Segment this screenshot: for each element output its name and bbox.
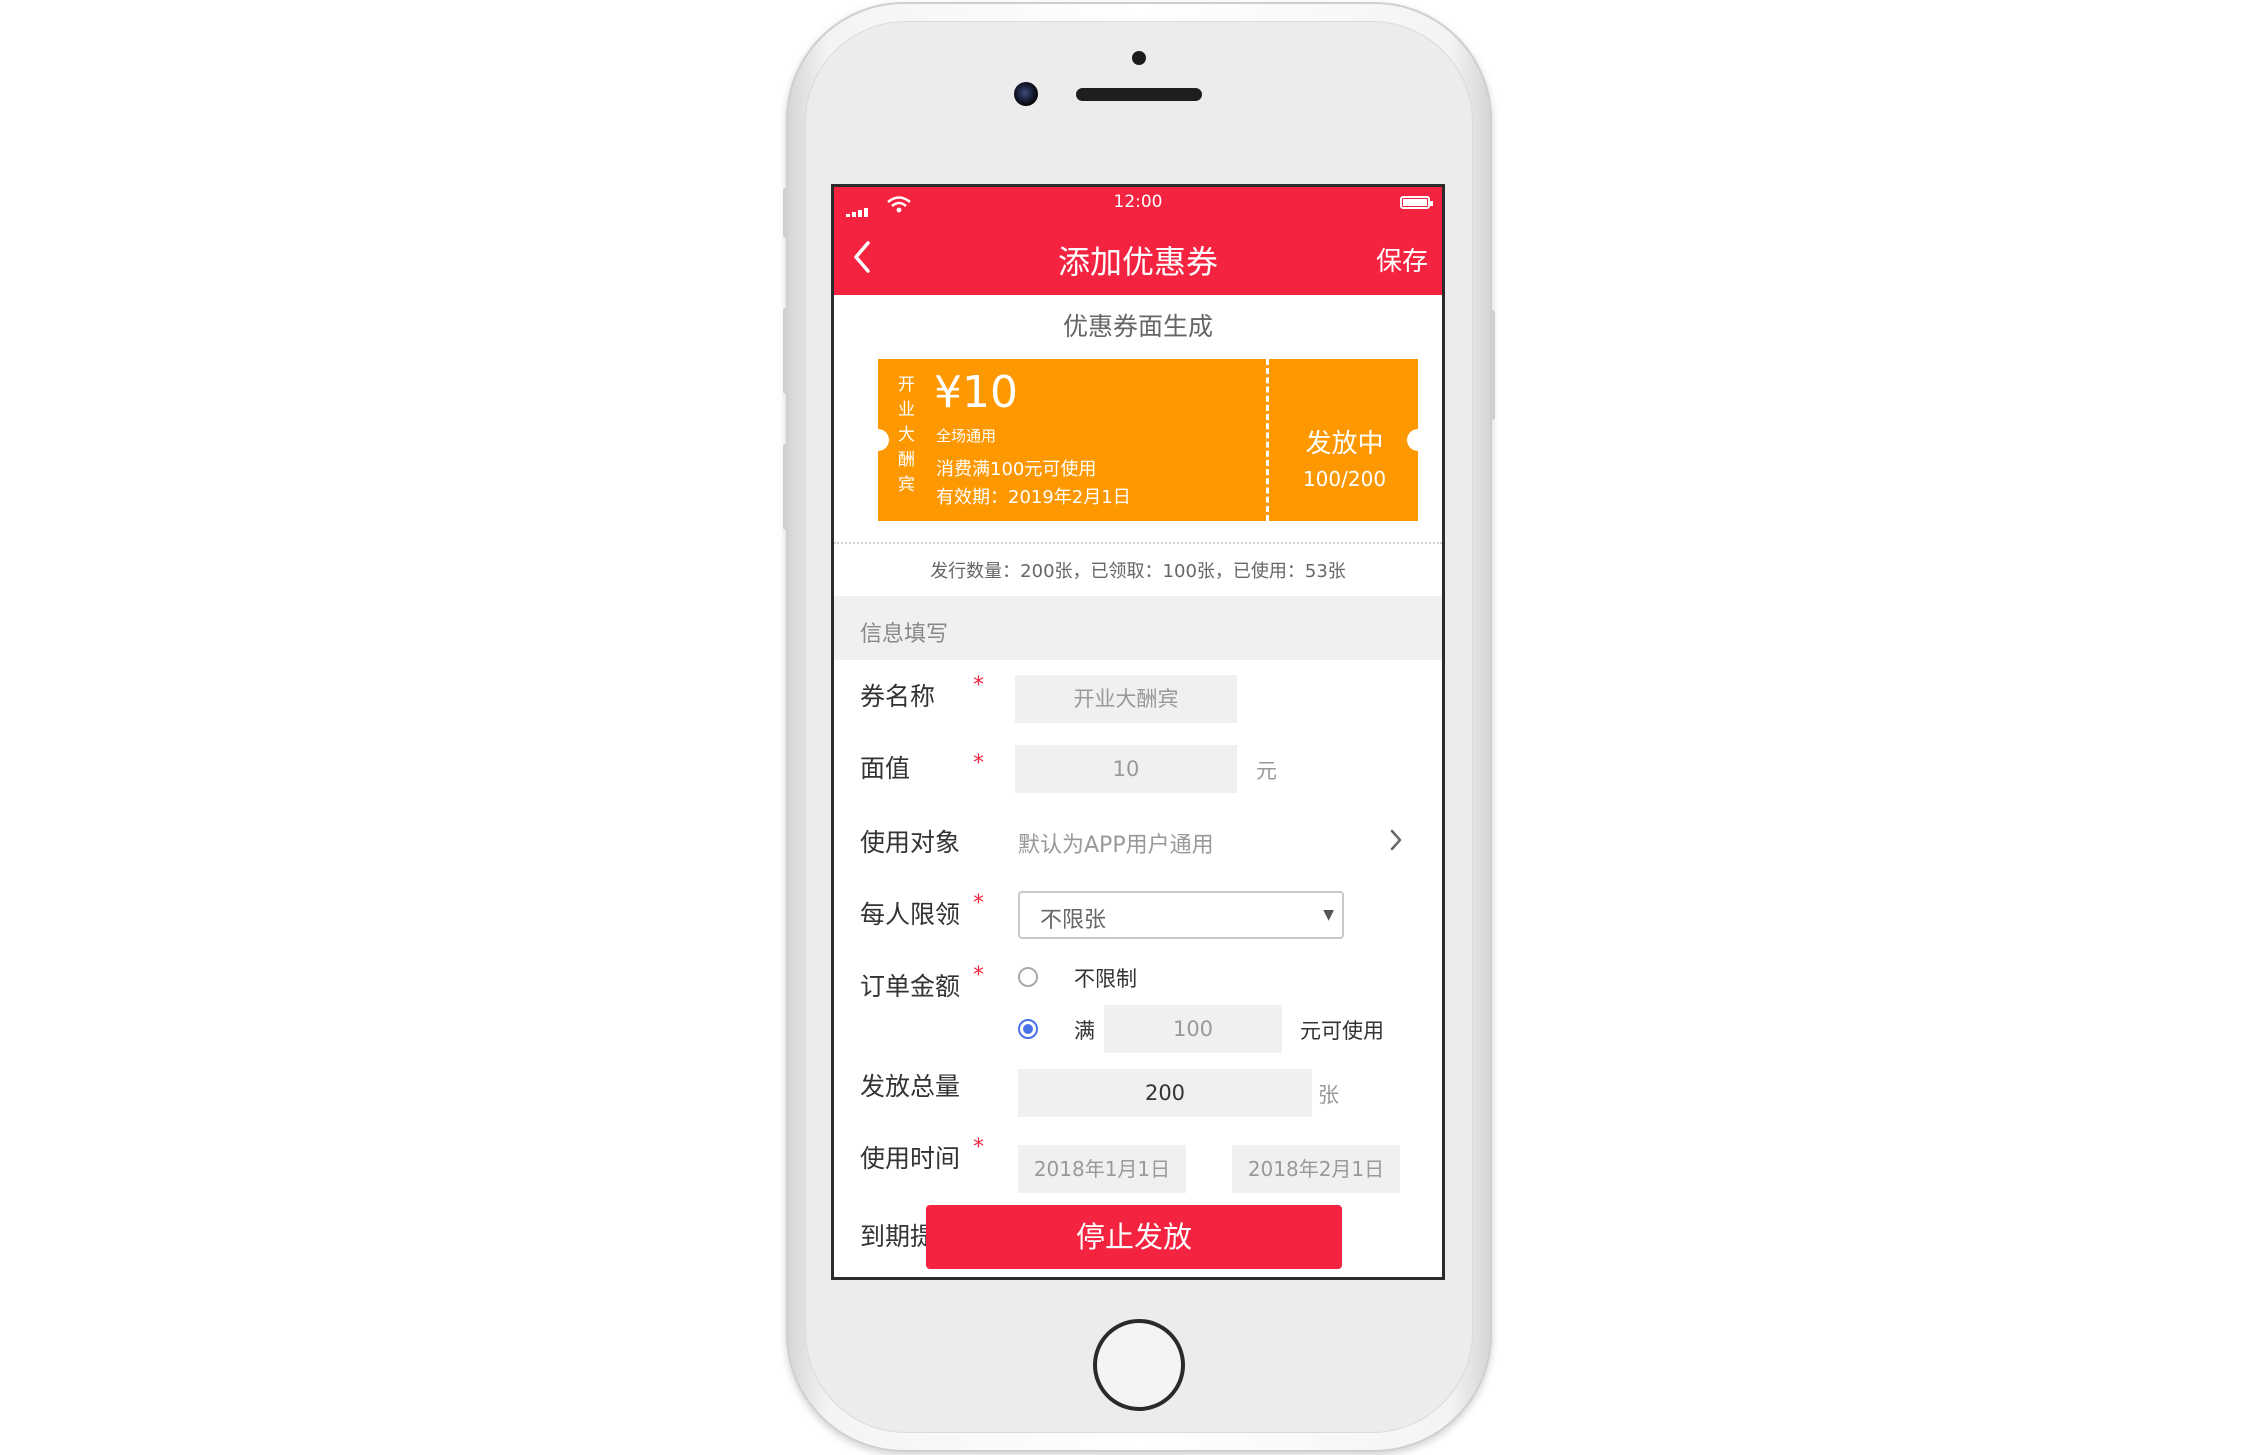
status-time: 12:00	[1113, 192, 1163, 212]
time-label: 使用时间	[860, 1144, 961, 1173]
threshold-unit: 元可使用	[1300, 1019, 1384, 1043]
radio-threshold[interactable]	[1018, 1019, 1038, 1039]
coupon-name-vertical: 开业大酬宾	[898, 375, 915, 495]
dropdown-arrow-icon: ▼	[1323, 907, 1334, 923]
earpiece-speaker	[1076, 88, 1202, 101]
app-screen: 12:00 添加优惠券 保存 优惠券面生成 开业大酬宾 ¥10 全场通用 消费满…	[831, 184, 1445, 1280]
start-date-input[interactable]: 2018年1月1日	[1018, 1145, 1186, 1193]
total-quantity-input[interactable]: 200	[1018, 1069, 1312, 1117]
coupon-amount: ¥10	[934, 367, 1018, 418]
coupon-notch-left	[867, 429, 889, 451]
limit-required-mark: *	[973, 891, 984, 916]
coupon-scope: 全场通用	[936, 427, 997, 445]
target-hint[interactable]: 默认为APP用户通用	[1018, 827, 1214, 859]
radio-unlimited[interactable]	[1018, 967, 1038, 987]
front-camera	[1014, 82, 1038, 106]
battery-icon	[1400, 196, 1433, 209]
nav-bar: 添加优惠券 保存	[834, 217, 1442, 295]
radio-threshold-label: 满	[1074, 1019, 1095, 1043]
volume-down-button[interactable]	[783, 444, 788, 530]
coupon-validity: 有效期：2019年2月1日	[936, 487, 1131, 508]
stop-issuing-button[interactable]: 停止发放	[926, 1205, 1342, 1269]
volume-up-button[interactable]	[783, 308, 788, 394]
coupon-divider	[1266, 359, 1269, 521]
name-required-mark: *	[973, 673, 984, 698]
per-user-limit-value: 不限张	[1040, 908, 1107, 933]
total-label: 发放总量	[860, 1072, 961, 1101]
coupon-name-input[interactable]: 开业大酬宾	[1015, 675, 1237, 723]
end-date-input[interactable]: 2018年2月1日	[1232, 1145, 1400, 1193]
coupon-count: 100/200	[1302, 467, 1387, 491]
name-label: 券名称	[860, 682, 936, 711]
limit-label: 每人限领	[860, 900, 961, 929]
info-section-title: 信息填写	[860, 622, 949, 647]
page-title: 添加优惠券	[1057, 243, 1218, 281]
expiry-label: 到期提	[860, 1222, 936, 1251]
coupon-preview-card: 开业大酬宾 ¥10 全场通用 消费满100元可使用 有效期：2019年2月1日 …	[867, 359, 1429, 521]
info-section-header: 信息填写	[834, 596, 1442, 660]
power-button[interactable]	[1490, 310, 1495, 420]
face-value-input[interactable]: 10	[1015, 745, 1237, 793]
coupon-status: 发放中	[1305, 429, 1384, 459]
value-required-mark: *	[973, 751, 984, 776]
threshold-amount-input[interactable]: 100	[1104, 1005, 1282, 1053]
coupon-condition: 消费满100元可使用	[936, 459, 1097, 480]
dotted-divider	[834, 542, 1442, 544]
face-value-unit: 元	[1256, 759, 1277, 783]
radio-unlimited-label: 不限制	[1074, 967, 1137, 991]
home-button[interactable]	[1093, 1319, 1185, 1411]
time-required-mark: *	[973, 1135, 984, 1160]
chevron-right-icon[interactable]	[1388, 827, 1404, 853]
order-amount-label: 订单金额	[860, 972, 961, 1001]
value-label: 面值	[860, 754, 911, 783]
total-unit: 张	[1318, 1083, 1339, 1107]
save-button[interactable]: 保存	[1376, 241, 1428, 278]
target-label: 使用对象	[860, 828, 961, 857]
per-user-limit-select[interactable]: 不限张 ▼	[1018, 891, 1344, 939]
order-amount-required-mark: *	[973, 963, 984, 988]
status-bar: 12:00	[834, 187, 1442, 219]
proximity-sensor	[1132, 51, 1146, 65]
coupon-stats: 发行数量：200张，已领取：100张，已使用：53张	[930, 561, 1346, 582]
mute-switch[interactable]	[783, 188, 788, 238]
coupon-section-title: 优惠券面生成	[1062, 312, 1213, 341]
